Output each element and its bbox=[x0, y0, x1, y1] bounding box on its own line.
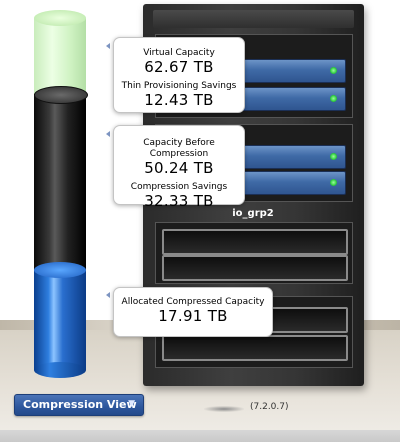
empty-bay bbox=[162, 335, 348, 361]
cylinder-body bbox=[34, 270, 86, 370]
pointer-icon bbox=[106, 292, 110, 298]
allocated-compressed-cylinder bbox=[34, 262, 86, 380]
chevron-down-icon: ▼ bbox=[128, 399, 135, 409]
pointer-icon bbox=[106, 43, 110, 49]
enclosure-3 bbox=[155, 222, 353, 284]
capacity-before-compression-label: Capacity Before Compression bbox=[143, 138, 215, 159]
capacity-before-compression-cylinder bbox=[34, 86, 88, 276]
system-name-blurred bbox=[204, 406, 244, 412]
empty-bay bbox=[162, 255, 348, 281]
allocated-compressed-value: 17.91 TB bbox=[158, 307, 228, 325]
status-strip bbox=[0, 430, 400, 442]
compression-view-dropdown[interactable]: Compression View ▼ bbox=[14, 394, 144, 416]
status-led-icon bbox=[330, 67, 337, 74]
io-group-label: io_grp2 bbox=[232, 208, 274, 219]
cylinder-top bbox=[34, 262, 86, 278]
thin-provisioning-value: 12.43 TB bbox=[144, 91, 214, 109]
empty-bay bbox=[162, 229, 348, 255]
compression-view-label: Compression View bbox=[23, 398, 137, 411]
compression-callout: Capacity Before Compression 50.24 TB Com… bbox=[113, 125, 245, 209]
cylinder-body bbox=[34, 94, 86, 274]
capacity-before-compression-value: 50.24 TB bbox=[144, 159, 214, 177]
version-label: (7.2.0.7) bbox=[250, 402, 289, 412]
status-led-icon bbox=[330, 95, 337, 102]
allocated-compressed-callout: Allocated Compressed Capacity 17.91 TB bbox=[113, 287, 273, 337]
virtual-capacity-value: 62.67 TB bbox=[144, 58, 214, 76]
cylinder-top bbox=[34, 10, 86, 26]
status-led-icon bbox=[330, 153, 337, 160]
virtual-capacity-callout: Virtual Capacity 62.67 TB Thin Provision… bbox=[113, 37, 245, 113]
pointer-icon bbox=[106, 131, 110, 137]
status-led-icon bbox=[330, 179, 337, 186]
compression-savings-value: 32.33 TB bbox=[144, 192, 214, 210]
rack-top bbox=[153, 10, 354, 28]
cylinder-bottom bbox=[34, 362, 86, 378]
cylinder-top bbox=[34, 86, 88, 104]
